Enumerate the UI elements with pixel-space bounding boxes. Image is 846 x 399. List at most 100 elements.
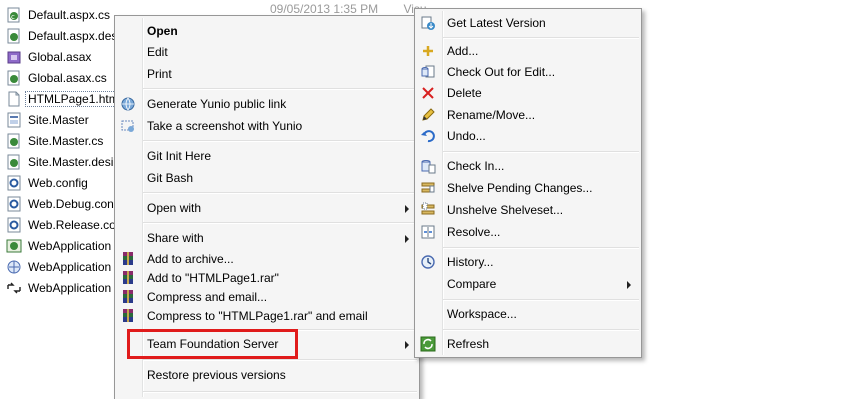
file-name: Global.asax.cs [28,70,107,85]
menu-item-add[interactable]: Add... [417,40,639,62]
delete-x-icon [420,85,436,101]
menu-item-open-with[interactable]: Open with [117,197,417,219]
file-name: Site.Master [28,112,89,127]
project-user-file-icon [6,259,22,275]
file-name: Web.config [28,175,88,190]
csharp-file-icon [6,133,22,149]
file-name: Site.Master.desi [28,154,114,169]
menu-item-label: Compress and email... [147,290,268,304]
menu-separator [143,359,417,361]
menu-item-label: Check Out for Edit... [447,65,556,79]
menu-item-check-in[interactable]: Check In... [417,155,639,177]
menu-item-delete[interactable]: Delete [417,82,639,104]
menu-item-share-with[interactable]: Share with [117,227,417,249]
config-file-icon [6,175,22,191]
yunio-globe-icon [120,96,136,112]
file-date: 09/05/2013 1:35 PM [270,2,379,16]
menu-item-print[interactable]: Print [117,63,417,85]
menu-item-shelve[interactable]: Shelve Pending Changes... [417,177,639,199]
menu-item-label: Shelve Pending Changes... [447,181,593,195]
menu-item-label: Restore previous versions [147,368,286,382]
get-latest-icon [420,15,436,31]
menu-item-label: Edit [147,45,168,59]
menu-separator [143,192,417,194]
file-name: Web.Debug.con [28,196,114,211]
menu-item-yunio-link[interactable]: Generate Yunio public link [117,93,417,115]
csharp-file-icon: c [6,7,22,23]
menu-separator [443,37,639,39]
menu-item-resolve[interactable]: Resolve... [417,221,639,243]
pencil-icon [420,107,436,123]
menu-item-git-bash[interactable]: Git Bash [117,167,417,189]
file-name: Global.asax [28,49,92,64]
menu-item-label: Compare [447,277,497,291]
file-name: Default.aspx.des [28,28,118,43]
file-name: Site.Master.cs [28,133,104,148]
shelve-icon [420,180,436,196]
menu-item-label: Share with [147,231,204,245]
menu-item-label: Open with [147,201,202,215]
file-name: HTMLPage1.htm [25,90,122,107]
menu-item-workspace[interactable]: Workspace... [417,303,639,325]
menu-item-history[interactable]: History... [417,251,639,273]
menu-item-git-init[interactable]: Git Init Here [117,145,417,167]
config-file-icon [6,217,22,233]
menu-item-restore-versions[interactable]: Restore previous versions [117,364,417,386]
winrar-icon [120,251,136,267]
file-meta: 09/05/2013 1:35 PM Visu [270,2,427,16]
file-name: WebApplication [28,280,112,295]
menu-item-label: History... [447,255,494,269]
screenshot-icon [120,118,136,134]
menu-separator [143,391,417,393]
menu-item-label: Print [147,67,172,81]
menu-separator [143,88,417,90]
menu-item-undo[interactable]: Undo... [417,125,639,147]
menu-separator [443,151,639,153]
undo-icon [420,128,436,144]
checkout-icon [420,64,436,80]
checkin-icon [420,158,436,174]
menu-item-label: Take a screenshot with Yunio [147,119,303,133]
menu-separator [443,329,639,331]
project-file-icon [6,238,22,254]
submenu-arrow-icon [405,341,409,349]
resolve-icon [420,224,436,240]
menu-item-compress-rar-email[interactable]: Compress to "HTMLPage1.rar" and email [117,305,417,327]
solution-file-icon [6,280,22,296]
menu-item-label: Add to "HTMLPage1.rar" [147,271,279,285]
menu-item-label: Rename/Move... [447,108,536,122]
menu-item-get-latest[interactable]: Get Latest Version [417,12,639,34]
csharp-file-icon [6,154,22,170]
menu-item-label: Check In... [447,159,505,173]
menu-item-unshelve[interactable]: Unshelve Shelveset... [417,199,639,221]
menu-item-label: Workspace... [447,307,517,321]
menu-item-label: Git Bash [147,171,194,185]
menu-item-yunio-screenshot[interactable]: Take a screenshot with Yunio [117,115,417,137]
menu-item-edit[interactable]: Edit [117,41,417,63]
menu-item-label: Open [147,24,178,38]
tfs-submenu: Get Latest Version Add... Check Out for … [414,8,642,358]
menu-item-open[interactable]: Open [117,20,417,42]
menu-item-rename-move[interactable]: Rename/Move... [417,104,639,126]
submenu-arrow-icon [405,205,409,213]
menu-item-compare[interactable]: Compare [417,273,639,295]
config-file-icon [6,196,22,212]
highlight-box [127,329,298,359]
submenu-arrow-icon [627,281,631,289]
winrar-icon [120,308,136,324]
menu-item-label: Get Latest Version [447,16,546,30]
menu-item-label: Git Init Here [147,149,212,163]
refresh-icon [420,336,436,352]
history-clock-icon [420,254,436,270]
menu-item-label: Generate Yunio public link [147,97,287,111]
menu-separator [143,222,417,224]
menu-separator [443,247,639,249]
file-name: Web.Release.co [28,217,116,232]
file-name: WebApplication [28,259,112,274]
menu-item-refresh[interactable]: Refresh [417,333,639,355]
asax-file-icon [6,49,22,65]
menu-item-check-out[interactable]: Check Out for Edit... [417,61,639,83]
menu-item-label: Compress to "HTMLPage1.rar" and email [147,309,368,323]
svg-text:c: c [11,13,15,21]
menu-item-label: Unshelve Shelveset... [447,203,564,217]
